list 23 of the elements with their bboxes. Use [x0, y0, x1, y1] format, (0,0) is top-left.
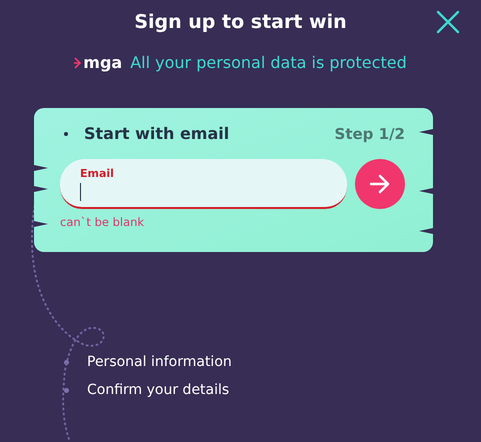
notch-icon [419, 128, 433, 136]
subtitle: All your personal data is protected [130, 53, 407, 72]
step-dot [64, 132, 68, 136]
step-dot [64, 388, 69, 392]
dialog-title: Sign up to start win [134, 10, 347, 35]
notch-icon [34, 185, 48, 193]
close-icon[interactable] [435, 9, 461, 35]
step-label: Confirm your details [87, 382, 230, 398]
step-counter: Step 1/2 [334, 124, 405, 142]
text-cursor [80, 183, 81, 201]
error-message: can`t be blank [60, 215, 144, 229]
notch-icon [34, 164, 48, 172]
step-label: Personal information [87, 354, 232, 370]
step-title: Start with email [84, 124, 230, 143]
chevron-icon [74, 56, 82, 70]
logo: mga [83, 53, 122, 72]
notch-icon [34, 220, 48, 228]
notch-icon [419, 187, 433, 195]
email-field[interactable]: Email [60, 159, 347, 209]
next-button[interactable] [355, 159, 405, 209]
notch-icon [419, 227, 433, 235]
arrow-icon [369, 174, 391, 194]
step-dot [64, 360, 69, 364]
